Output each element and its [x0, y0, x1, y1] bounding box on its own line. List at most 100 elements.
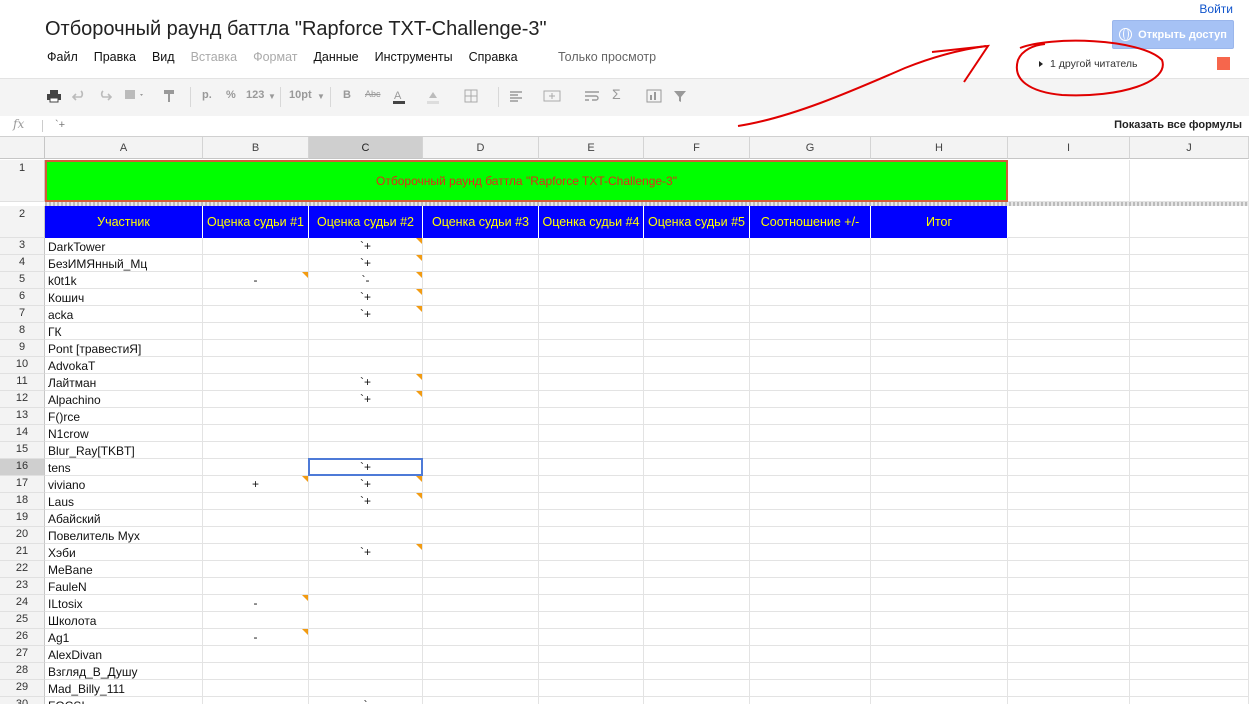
grid-cell[interactable] [871, 391, 1008, 408]
grid-cell[interactable] [423, 289, 539, 306]
grid-cell[interactable] [539, 493, 644, 510]
grid-cell[interactable] [539, 527, 644, 544]
row-header[interactable]: 19 [0, 510, 45, 527]
column-header-j[interactable]: J [1130, 137, 1249, 159]
grid-cell[interactable] [423, 544, 539, 561]
grid-cell[interactable] [871, 306, 1008, 323]
header-cell[interactable]: Оценка судьи #3 [423, 206, 539, 238]
judge1-score-cell[interactable] [203, 544, 309, 561]
grid-cell[interactable] [539, 306, 644, 323]
judge1-score-cell[interactable]: + [203, 476, 309, 493]
comment-marker-icon[interactable] [416, 391, 422, 397]
grid-cell[interactable] [1130, 476, 1249, 493]
judge2-score-cell[interactable] [309, 663, 423, 680]
grid-cell[interactable] [1008, 527, 1130, 544]
grid-cell[interactable] [423, 255, 539, 272]
grid-cell[interactable] [1130, 206, 1249, 238]
grid-cell[interactable] [539, 476, 644, 493]
grid-cell[interactable] [871, 493, 1008, 510]
grid-cell[interactable] [644, 544, 750, 561]
grid-cell[interactable] [423, 425, 539, 442]
comment-marker-icon[interactable] [416, 272, 422, 278]
grid-cell[interactable] [539, 459, 644, 476]
participant-name-cell[interactable]: k0t1k [45, 272, 203, 289]
header-cell[interactable]: Оценка судьи #4 [539, 206, 644, 238]
grid-cell[interactable] [423, 272, 539, 289]
spreadsheet-grid[interactable]: ABCDEFGHIJ 1 Отборочный раунд баттла "Ra… [0, 0, 1249, 704]
participant-name-cell[interactable]: Абайский [45, 510, 203, 527]
grid-cell[interactable] [644, 374, 750, 391]
grid-cell[interactable] [1130, 442, 1249, 459]
row-header[interactable]: 14 [0, 425, 45, 442]
column-header-b[interactable]: B [203, 137, 309, 159]
judge2-score-cell[interactable] [309, 561, 423, 578]
comment-marker-icon[interactable] [416, 238, 422, 244]
row-header[interactable]: 27 [0, 646, 45, 663]
grid-cell[interactable] [423, 238, 539, 255]
grid-cell[interactable] [539, 561, 644, 578]
grid-cell[interactable] [750, 238, 871, 255]
judge2-score-cell[interactable] [309, 612, 423, 629]
header-cell[interactable]: Оценка судьи #5 [644, 206, 750, 238]
judge1-score-cell[interactable] [203, 527, 309, 544]
grid-cell[interactable] [1008, 340, 1130, 357]
grid-cell[interactable] [539, 272, 644, 289]
grid-cell[interactable] [423, 323, 539, 340]
judge1-score-cell[interactable] [203, 289, 309, 306]
grid-cell[interactable] [1008, 544, 1130, 561]
grid-cell[interactable] [1130, 238, 1249, 255]
participant-name-cell[interactable]: Blur_Ray[TKBT] [45, 442, 203, 459]
grid-cell[interactable] [871, 646, 1008, 663]
grid-cell[interactable] [539, 595, 644, 612]
grid-cell[interactable] [539, 646, 644, 663]
participant-name-cell[interactable]: MeBane [45, 561, 203, 578]
grid-cell[interactable] [871, 527, 1008, 544]
grid-cell[interactable] [1130, 578, 1249, 595]
grid-cell[interactable] [1130, 493, 1249, 510]
grid-cell[interactable] [423, 306, 539, 323]
header-cell[interactable]: Оценка судьи #2 [309, 206, 423, 238]
title-cell[interactable]: Отборочный раунд баттла "Rapforce TXT-Ch… [45, 160, 1008, 202]
judge1-score-cell[interactable] [203, 306, 309, 323]
row-header[interactable]: 30 [0, 697, 45, 704]
grid-cell[interactable] [750, 663, 871, 680]
grid-cell[interactable] [750, 493, 871, 510]
grid-cell[interactable] [750, 578, 871, 595]
grid-cell[interactable] [644, 459, 750, 476]
grid-cell[interactable] [423, 476, 539, 493]
judge2-score-cell[interactable] [309, 680, 423, 697]
grid-cell[interactable] [1130, 425, 1249, 442]
judge1-score-cell[interactable] [203, 357, 309, 374]
grid-cell[interactable] [1008, 493, 1130, 510]
grid-cell[interactable] [750, 527, 871, 544]
grid-cell[interactable] [750, 272, 871, 289]
participant-name-cell[interactable]: Ag1 [45, 629, 203, 646]
participant-name-cell[interactable]: Повелитель Мух [45, 527, 203, 544]
grid-cell[interactable] [750, 595, 871, 612]
participant-name-cell[interactable]: tens [45, 459, 203, 476]
grid-cell[interactable] [1008, 510, 1130, 527]
grid-cell[interactable] [539, 663, 644, 680]
participant-name-cell[interactable]: Кошич [45, 289, 203, 306]
participant-name-cell[interactable]: viviano [45, 476, 203, 493]
grid-cell[interactable] [644, 289, 750, 306]
grid-cell[interactable] [871, 561, 1008, 578]
grid-cell[interactable] [871, 408, 1008, 425]
grid-cell[interactable] [871, 357, 1008, 374]
column-header-f[interactable]: F [644, 137, 750, 159]
participant-name-cell[interactable]: Alpachino [45, 391, 203, 408]
judge1-score-cell[interactable]: - [203, 629, 309, 646]
judge2-score-cell[interactable]: `+ [309, 476, 423, 493]
grid-cell[interactable] [1008, 680, 1130, 697]
row-header[interactable]: 4 [0, 255, 45, 272]
participant-name-cell[interactable]: DarkTower [45, 238, 203, 255]
row-header[interactable]: 17 [0, 476, 45, 493]
judge1-score-cell[interactable] [203, 510, 309, 527]
grid-cell[interactable] [539, 425, 644, 442]
row-header[interactable]: 12 [0, 391, 45, 408]
judge1-score-cell[interactable] [203, 646, 309, 663]
participant-name-cell[interactable]: Хэби [45, 544, 203, 561]
judge1-score-cell[interactable]: - [203, 595, 309, 612]
row-header[interactable]: 20 [0, 527, 45, 544]
grid-cell[interactable] [644, 476, 750, 493]
